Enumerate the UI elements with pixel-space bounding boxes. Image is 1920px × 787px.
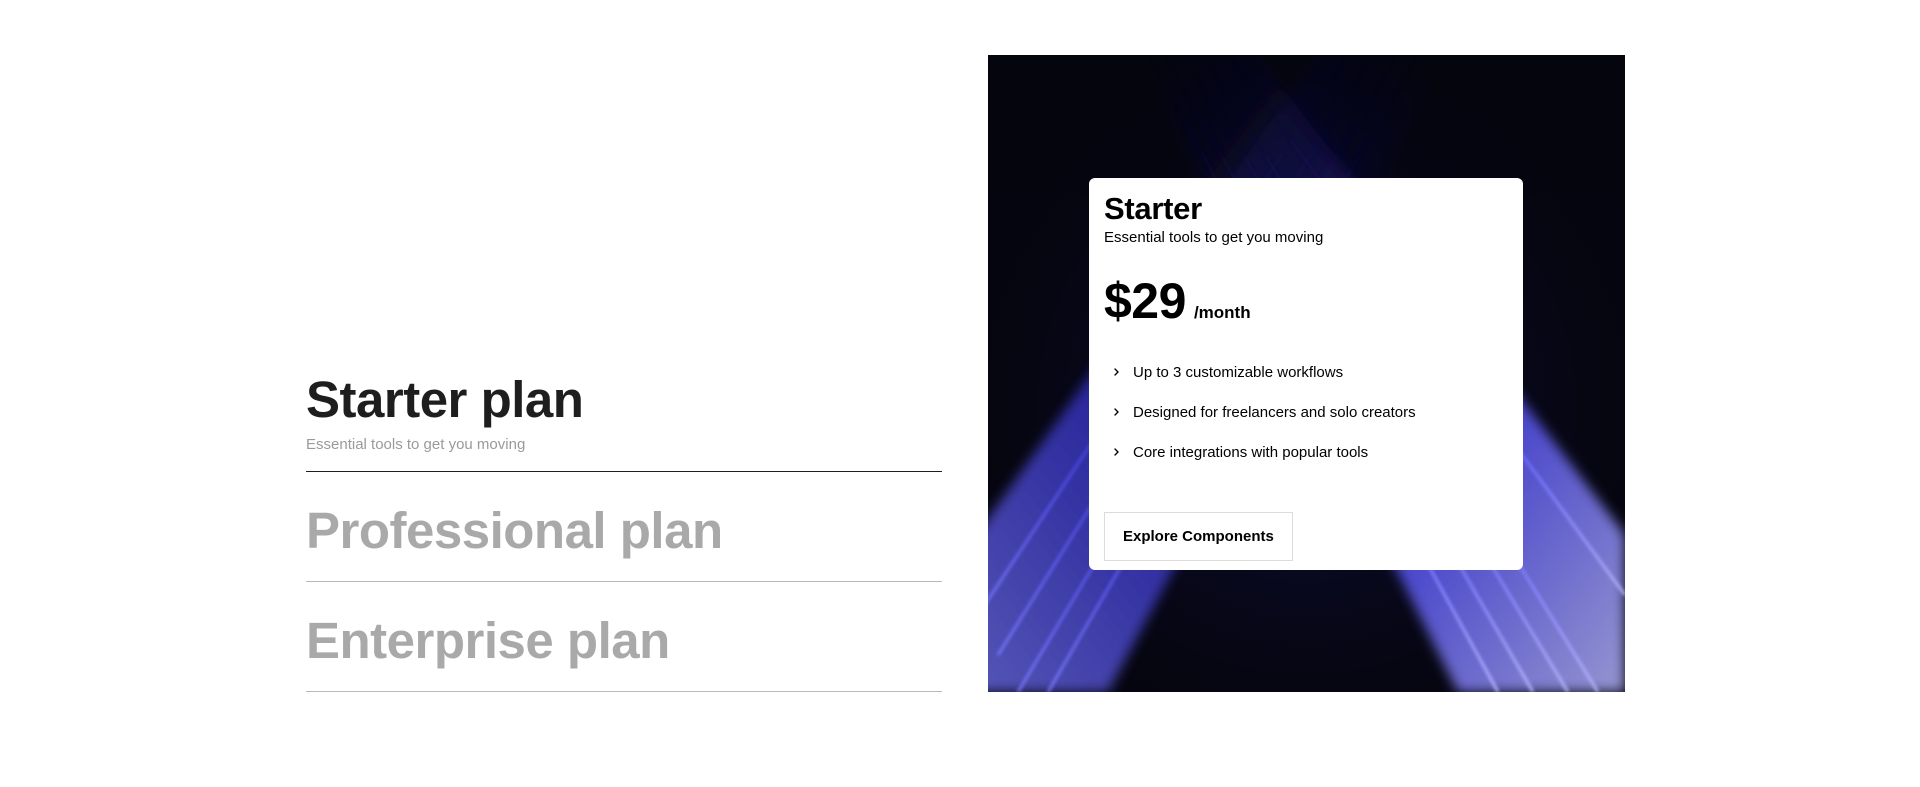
chevron-right-icon xyxy=(1110,445,1124,459)
pricing-card: Starter Essential tools to get you movin… xyxy=(1089,178,1523,570)
plan-tab-starter[interactable]: Starter plan Essential tools to get you … xyxy=(306,364,942,472)
explore-components-button[interactable]: Explore Components xyxy=(1104,512,1293,562)
feature-text: Core integrations with popular tools xyxy=(1133,443,1369,461)
feature-item: Up to 3 customizable workflows xyxy=(1104,362,1508,382)
card-title: Starter xyxy=(1104,191,1202,226)
plan-subtitle-starter: Essential tools to get you moving xyxy=(306,435,526,453)
feature-item: Designed for freelancers and solo creato… xyxy=(1104,402,1508,422)
plan-visual-panel: Starter Essential tools to get you movin… xyxy=(988,55,1625,692)
feature-list: Up to 3 customizable workflows Designed … xyxy=(1104,362,1508,462)
card-subtitle: Essential tools to get you moving xyxy=(1104,229,1324,247)
pricing-section: Starter plan Essential tools to get you … xyxy=(0,0,1920,787)
plan-title-enterprise: Enterprise plan xyxy=(306,612,670,669)
plan-title-starter: Starter plan xyxy=(306,371,584,428)
price-period: /month xyxy=(1193,303,1251,323)
plan-tab-professional[interactable]: Professional plan xyxy=(306,472,942,582)
plan-list: Starter plan Essential tools to get you … xyxy=(306,364,942,692)
plan-title-professional: Professional plan xyxy=(306,502,723,559)
chevron-right-icon xyxy=(1110,405,1124,419)
feature-item: Core integrations with popular tools xyxy=(1104,442,1508,462)
plan-tab-enterprise[interactable]: Enterprise plan xyxy=(306,582,942,692)
feature-text: Up to 3 customizable workflows xyxy=(1133,363,1344,381)
feature-text: Designed for freelancers and solo creato… xyxy=(1133,403,1416,421)
chevron-right-icon xyxy=(1110,365,1124,379)
price-amount: $29 xyxy=(1104,273,1186,330)
price-row: $29 /month xyxy=(1104,276,1508,326)
